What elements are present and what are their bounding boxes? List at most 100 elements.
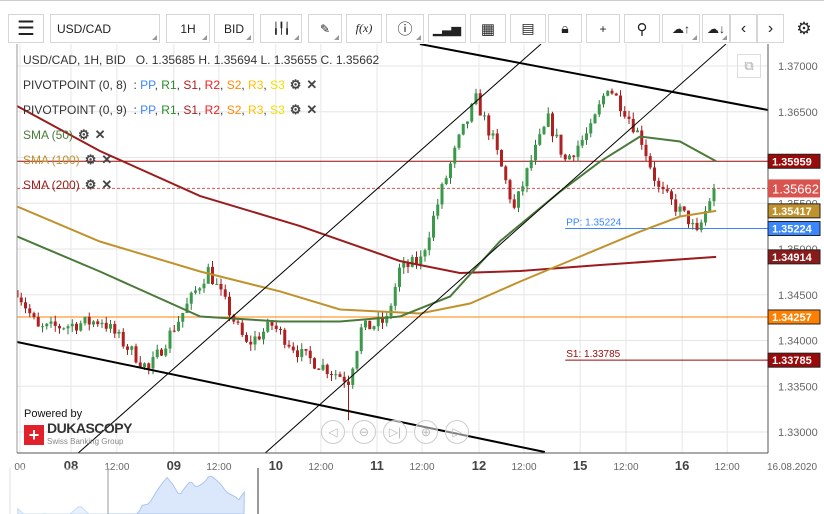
info-button[interactable]: ⓘ: [386, 14, 424, 43]
scroll-left-button[interactable]: ◁: [321, 420, 345, 444]
candle: [504, 166, 508, 181]
draw-button[interactable]: ✎: [308, 14, 342, 43]
settings-button[interactable]: ⚙: [788, 14, 820, 43]
candle: [665, 189, 669, 192]
candle: [113, 324, 117, 334]
lock-button[interactable]: 🔒︎: [548, 14, 582, 43]
brand-subtitle: Swiss Banking Group: [47, 437, 124, 446]
gear-icon[interactable]: ⚙: [290, 102, 302, 118]
candle: [283, 329, 287, 345]
candle: [593, 114, 597, 124]
calendar-button[interactable]: ▦: [470, 14, 506, 43]
report-button[interactable]: ▤: [510, 14, 546, 43]
expand-icon: ⧉: [744, 58, 754, 73]
candle: [525, 168, 529, 187]
candle: [500, 149, 503, 167]
candle: [198, 288, 202, 291]
candle: [274, 325, 278, 329]
candle: [359, 327, 363, 352]
expand-button[interactable]: ⧉: [737, 54, 761, 78]
close-icon[interactable]: ✕: [101, 152, 112, 168]
timeframe-select[interactable]: 1H: [166, 14, 210, 43]
pivot-level-label: R1: [161, 78, 177, 92]
indicator-legend: SMA (50) ⚙ ✕: [23, 127, 106, 143]
candle: [53, 321, 57, 326]
candle: [402, 262, 406, 268]
candle: [138, 362, 142, 367]
zoom-button[interactable]: ⚲: [624, 14, 660, 43]
candle: [262, 331, 265, 340]
candle: [100, 322, 104, 325]
volume-button[interactable]: ▁▃▅: [428, 14, 466, 43]
lock-icon: 🔒︎: [561, 20, 569, 36]
upload-button[interactable]: ☁↑: [662, 14, 700, 43]
crosshair-icon: +: [599, 21, 607, 36]
next-button[interactable]: ›: [757, 14, 784, 43]
indicator-name: SMA (200): [23, 178, 80, 192]
skip-end-icon: ▷|: [388, 425, 402, 439]
zoom-in-button[interactable]: ⊕: [414, 420, 438, 444]
candle: [461, 123, 465, 135]
candle: [296, 350, 299, 358]
gear-icon[interactable]: ⚙: [85, 177, 97, 193]
pivot-level-label: R2: [204, 78, 221, 92]
candle: [453, 147, 457, 164]
side-select[interactable]: BID: [214, 14, 254, 43]
download-button[interactable]: ☁↓: [702, 14, 730, 43]
hamburger-icon: ☰: [17, 18, 35, 40]
candle: [542, 126, 546, 135]
candle: [568, 155, 571, 160]
candle: [614, 93, 618, 96]
chart-type-button[interactable]: ╽╿╽: [260, 14, 302, 43]
crosshair-button[interactable]: +: [586, 14, 620, 43]
candle: [334, 374, 338, 376]
pivot-level-label: R3: [248, 103, 264, 117]
candle: [109, 324, 112, 329]
candle: [487, 115, 491, 136]
candle: [466, 121, 469, 124]
pivot-level-label: S3: [270, 78, 285, 92]
candle: [147, 363, 151, 369]
navigator[interactable]: [0, 468, 824, 514]
close-icon[interactable]: ✕: [306, 77, 317, 93]
candle: [687, 210, 690, 225]
candle: [589, 123, 593, 134]
menu-button[interactable]: ☰: [8, 14, 44, 43]
prev-button[interactable]: ‹: [730, 14, 757, 43]
candle: [491, 133, 495, 136]
candle: [648, 156, 652, 168]
candle: [206, 266, 210, 284]
candle: [83, 316, 87, 324]
gear-icon[interactable]: ⚙: [290, 77, 302, 93]
close-icon[interactable]: ✕: [306, 102, 317, 118]
candle: [257, 336, 261, 340]
document-icon: ▤: [521, 20, 535, 36]
indicators-button[interactable]: f(x): [346, 14, 382, 43]
candle: [393, 286, 397, 306]
zoom-out-button[interactable]: ⊖: [352, 420, 376, 444]
candle: [436, 204, 440, 216]
navigator-mask: [18, 468, 108, 514]
symbol-select[interactable]: USD/CAD: [50, 14, 160, 43]
candle: [699, 222, 703, 230]
cloud-download-icon: ☁↓: [707, 21, 725, 36]
close-icon[interactable]: ✕: [101, 177, 112, 193]
candle: [389, 305, 393, 316]
triangle-left-icon: ◁: [328, 425, 338, 439]
candle: [266, 321, 270, 332]
candle: [670, 191, 673, 200]
close-icon[interactable]: ✕: [95, 127, 106, 143]
candle: [41, 326, 44, 328]
candle: [449, 163, 452, 179]
go-latest-button[interactable]: ▷|: [383, 420, 407, 444]
y-tick-label: 1.37000: [778, 61, 818, 73]
price-tag-label: 1.34257: [772, 312, 812, 324]
candle: [134, 346, 138, 363]
gear-icon[interactable]: ⚙: [85, 152, 97, 168]
candle: [619, 95, 622, 112]
scroll-right-button[interactable]: ▷: [445, 420, 469, 444]
candle: [143, 363, 146, 367]
candle: [58, 325, 61, 329]
candle: [563, 154, 567, 160]
gear-icon[interactable]: ⚙: [78, 127, 90, 143]
